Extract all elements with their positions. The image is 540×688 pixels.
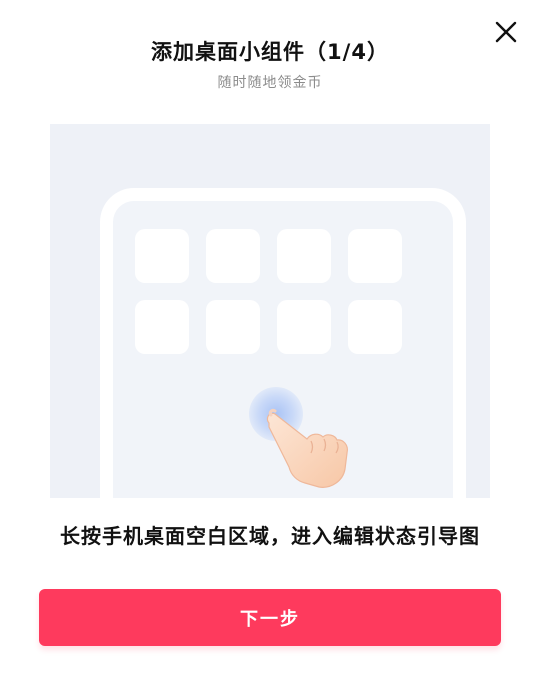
app-icon-placeholder [135,229,189,283]
app-icon-placeholder [135,300,189,354]
app-icon-placeholder [348,229,402,283]
dialog-subtitle: 随时随地领金币 [217,75,323,91]
phone-frame [100,188,466,498]
next-step-button[interactable]: 下一步 [39,589,501,646]
app-icon-placeholder [277,300,331,354]
app-icon-placeholder [277,229,331,283]
hand-pointer-icon [261,397,361,498]
app-icon-placeholder [348,300,402,354]
guide-illustration [50,124,490,498]
app-icon-placeholder [206,300,260,354]
dialog-title: 添加桌面小组件（1/4） [151,40,389,64]
app-icon-grid [135,229,402,354]
app-icon-placeholder [206,229,260,283]
instruction-text: 长按手机桌面空白区域，进入编辑状态引导图 [60,524,480,548]
